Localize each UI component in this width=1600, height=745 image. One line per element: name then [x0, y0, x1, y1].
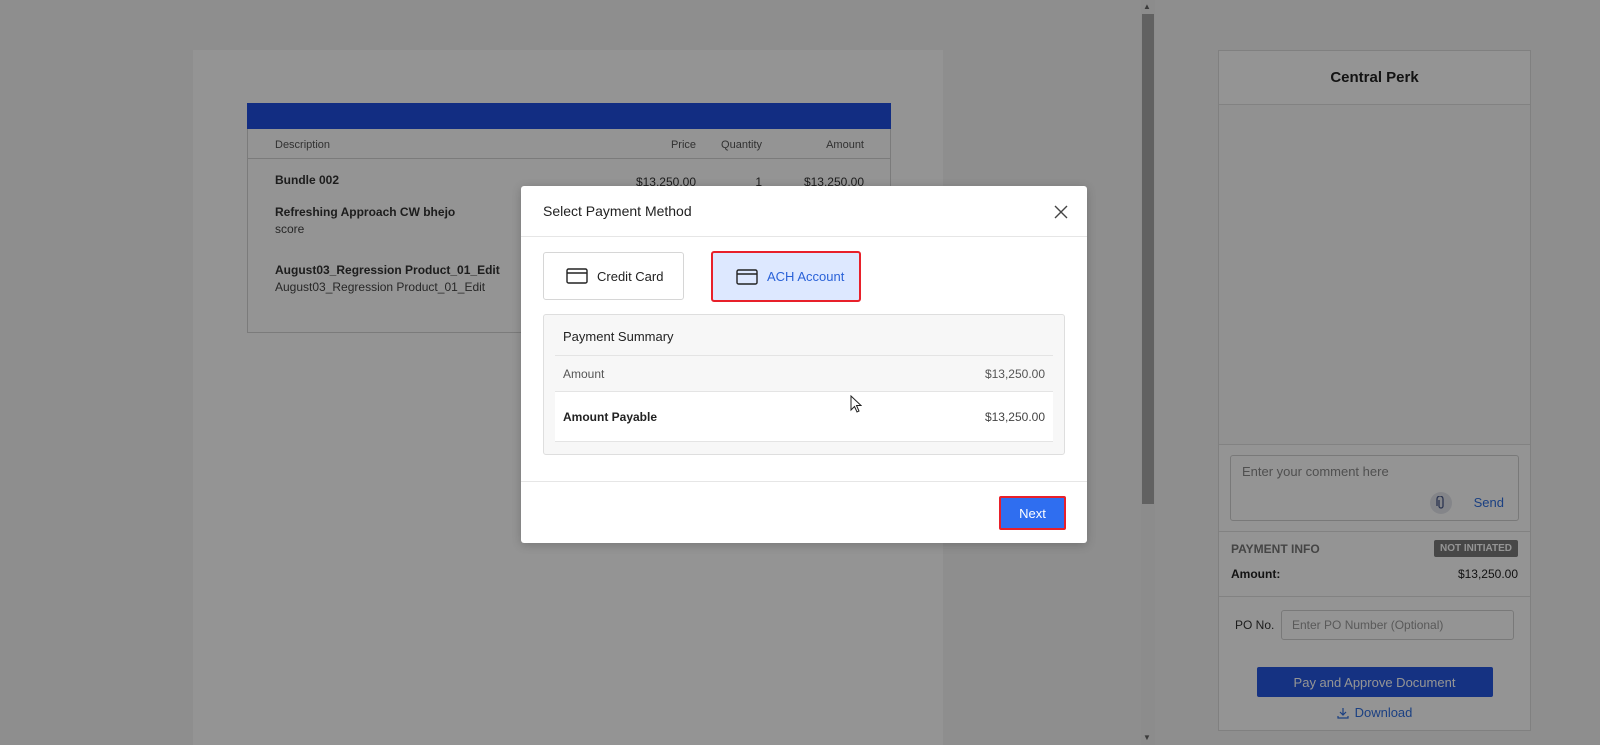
next-button[interactable]: Next [999, 496, 1066, 530]
bank-card-icon [736, 268, 758, 285]
summary-payable-row: Amount Payable $13,250.00 [555, 391, 1053, 442]
next-label: Next [1019, 505, 1046, 521]
ach-account-option[interactable]: ACH Account [711, 251, 861, 302]
dialog-footer: Next [521, 481, 1087, 543]
payment-method-dialog: Select Payment Method Credit Card ACH Ac… [521, 186, 1087, 543]
mouse-cursor-icon [850, 395, 862, 413]
payment-summary-title: Payment Summary [563, 329, 674, 344]
payment-summary: Payment Summary Amount $13,250.00 Amount… [543, 314, 1065, 455]
amount-payable-value: $13,250.00 [984, 409, 1045, 424]
summary-amount-row: Amount $13,250.00 [555, 355, 1053, 391]
ach-account-label: ACH Account [767, 269, 845, 284]
summary-amount-label: Amount [563, 366, 605, 381]
summary-amount-value: $13,250.00 [984, 366, 1045, 381]
dialog-title: Select Payment Method [543, 203, 692, 219]
credit-card-option[interactable]: Credit Card [543, 252, 684, 300]
dialog-header: Select Payment Method [521, 186, 1087, 237]
credit-card-label: Credit Card [597, 268, 664, 284]
close-icon[interactable] [1051, 202, 1071, 222]
amount-payable-label: Amount Payable [563, 409, 658, 424]
payment-methods: Credit Card ACH Account [521, 237, 1087, 317]
credit-card-icon [566, 268, 588, 284]
